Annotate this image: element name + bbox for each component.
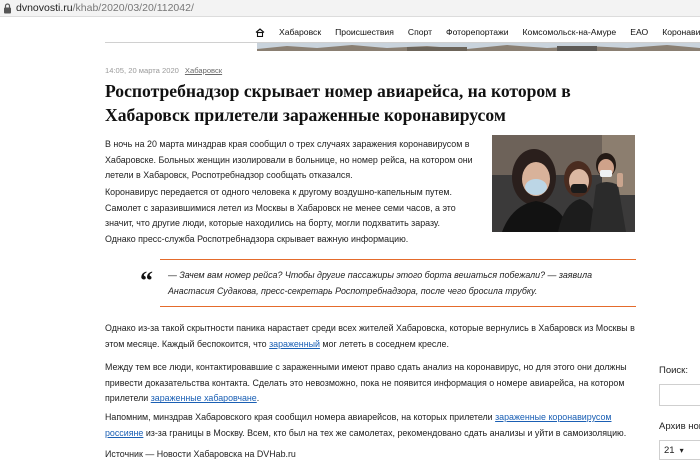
paragraph-line: прилетели зараженные хабаровчане.: [105, 391, 645, 407]
article-paragraph-2: Коронавирус передается от одного человек…: [105, 185, 485, 248]
link-russians[interactable]: россияне: [105, 428, 143, 438]
text-fragment: .: [256, 393, 260, 404]
address-bar[interactable]: dvnovosti.ru/khab/2020/03/20/112042/: [0, 0, 700, 17]
paragraph-line: значит, что другие люди, которые находил…: [105, 218, 440, 229]
sidebar-search-label: Поиск:: [659, 365, 688, 376]
article-title: Роспотребнадзор скрывает номер авиарейса…: [105, 81, 571, 125]
nav-item-khabarovsk[interactable]: Хабаровск: [279, 27, 321, 37]
lock-icon: [4, 2, 11, 13]
article-paragraph-3: Однако из-за такой скрытности паника нар…: [105, 321, 645, 352]
main-nav: Хабаровск Происшествия Спорт Фоторепорта…: [255, 23, 700, 41]
nav-item-coronavirus[interactable]: Коронавирус: [662, 27, 700, 37]
article-category-link[interactable]: Хабаровск: [185, 66, 222, 75]
quote-bottom-rule: [160, 306, 636, 307]
paragraph-line: Однако пресс-служба Роспотребнадзора скр…: [105, 234, 409, 245]
text-fragment: из-за границы в Москву. Всем, кто был на…: [143, 427, 627, 438]
article-photo: [492, 135, 635, 232]
header-banner-image: [257, 43, 700, 51]
paragraph-line: Напомним, минздрав Хабаровского края соо…: [105, 410, 645, 426]
quote-mark: “: [140, 266, 153, 295]
sidebar-search-input[interactable]: [659, 384, 700, 406]
quote-top-rule: [160, 259, 636, 260]
paragraph-line: Хабаровске. Больных женщин изолировали в…: [105, 154, 473, 165]
archive-day-value: 21: [664, 444, 675, 456]
text-fragment: прилетели: [105, 393, 151, 404]
chevron-down-icon: ▾: [679, 445, 684, 455]
url-host: dvnovosti.ru: [16, 2, 73, 14]
paragraph-line: летели в Хабаровск, Роспотребнадзор сооб…: [105, 170, 353, 181]
archive-day-select[interactable]: 21 ▾: [659, 440, 700, 460]
article-date: 14:05, 20 марта 2020: [105, 66, 179, 75]
link-infected-coronavirus[interactable]: зараженные коронавирусом: [495, 412, 611, 422]
text-fragment: мог лететь в соседнем кресле.: [319, 338, 449, 349]
paragraph-line: Коронавирус передается от одного человек…: [105, 187, 452, 197]
article-quote: — Зачем вам номер рейса? Чтобы другие па…: [168, 267, 634, 299]
nav-item-sport[interactable]: Спорт: [408, 27, 432, 37]
article-paragraph-5: Напомним, минздрав Хабаровского края соо…: [105, 410, 645, 441]
paragraph-line: этом месяце. Каждый беспокоится, что зар…: [105, 337, 645, 353]
paragraph-line: привести доказательства контакта. Сделат…: [105, 377, 625, 388]
nav-item-incidents[interactable]: Происшествия: [335, 27, 394, 37]
article-meta: 14:05, 20 марта 2020 Хабаровск: [105, 66, 222, 75]
nav-home[interactable]: [255, 27, 265, 37]
paragraph-line: В ночь на 20 марта минздрав края сообщил…: [105, 139, 470, 149]
link-infected[interactable]: зараженный: [269, 339, 320, 349]
paragraph-line: Между тем все люди, контактировавшие с з…: [105, 362, 627, 372]
text-fragment: этом месяце. Каждый беспокоится, что: [105, 338, 270, 349]
article-source: Источник — Новости Хабаровска на DVHab.r…: [105, 449, 296, 459]
nav-item-eao[interactable]: ЕАО: [630, 27, 648, 37]
quote-line: Анастасия Судакова, пресс-секретарь Росп…: [168, 286, 538, 296]
paragraph-line: россияне из-за границы в Москву. Всем, к…: [105, 426, 645, 442]
quote-line: — Зачем вам номер рейса? Чтобы другие па…: [168, 270, 593, 280]
home-icon: [255, 27, 265, 37]
paragraph-line: Однако из-за такой скрытности паника нар…: [105, 323, 635, 333]
url-path: /khab/2020/03/20/112042/: [72, 2, 194, 14]
nav-item-photo-reports[interactable]: Фоторепортажи: [446, 27, 509, 37]
sidebar-archive-label: Архив нов: [659, 421, 700, 432]
article-paragraph-1: В ночь на 20 марта минздрав края сообщил…: [105, 137, 485, 184]
link-infected-khabarovsk-residents[interactable]: зараженные хабаровчане: [151, 393, 257, 403]
article-paragraph-4: Между тем все люди, контактировавшие с з…: [105, 360, 645, 407]
paragraph-line: Самолет с заразившимися летел из Москвы …: [105, 202, 456, 213]
nav-item-komsomolsk[interactable]: Комсомольск-на-Амуре: [523, 27, 617, 37]
text-fragment: Напомним, минздрав Хабаровского края соо…: [105, 412, 496, 422]
